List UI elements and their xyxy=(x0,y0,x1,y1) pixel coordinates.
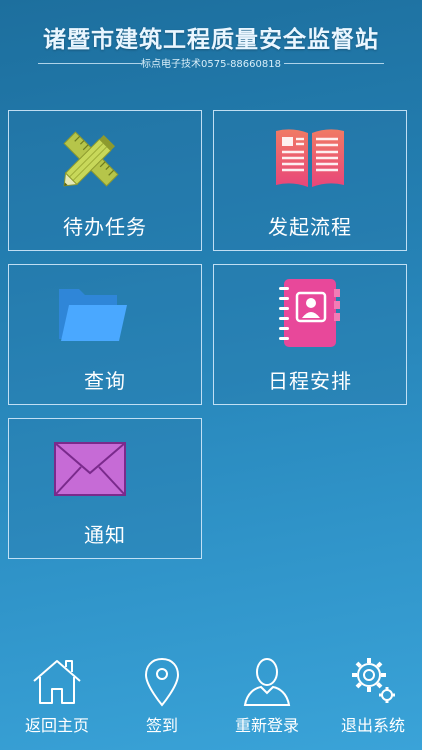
tab-label: 返回主页 xyxy=(24,716,89,735)
header-divider-right xyxy=(284,63,384,64)
home-icon xyxy=(33,660,81,704)
app-header: 诸暨市建筑工程质量安全监督站 标点电子技术0575-88660818 xyxy=(0,0,422,72)
open-book-icon xyxy=(276,129,344,187)
tile-pending-tasks[interactable]: 待办任务 xyxy=(8,110,202,251)
folder-icon xyxy=(59,289,127,341)
tab-label: 退出系统 xyxy=(340,716,405,735)
tab-checkin[interactable]: 签到 xyxy=(117,650,207,750)
tile-label: 通知 xyxy=(84,523,126,547)
tile-label: 发起流程 xyxy=(268,215,352,239)
page-title: 诸暨市建筑工程质量安全监督站 xyxy=(43,27,379,53)
tile-start-process[interactable]: 发起流程 xyxy=(213,110,407,251)
address-book-icon xyxy=(279,279,340,347)
tab-exit[interactable]: 退出系统 xyxy=(328,650,418,750)
tile-query[interactable]: 查询 xyxy=(8,264,202,405)
tab-label: 重新登录 xyxy=(234,716,299,735)
pencil-ruler-icon xyxy=(63,131,119,187)
bottom-tabbar: 返回主页 签到 重新登录 退出系统 xyxy=(0,650,422,750)
tab-home[interactable]: 返回主页 xyxy=(12,650,102,750)
tab-relogin[interactable]: 重新登录 xyxy=(222,650,312,750)
user-icon xyxy=(243,658,291,706)
envelope-icon xyxy=(54,442,126,496)
tile-label: 待办任务 xyxy=(63,215,147,239)
gear-icon xyxy=(352,658,395,703)
tile-label: 查询 xyxy=(84,369,126,393)
tile-notice[interactable]: 通知 xyxy=(8,418,202,559)
location-pin-icon xyxy=(144,657,180,707)
tile-schedule[interactable]: 日程安排 xyxy=(213,264,407,405)
tile-label: 日程安排 xyxy=(268,369,352,393)
tab-label: 签到 xyxy=(145,716,178,735)
